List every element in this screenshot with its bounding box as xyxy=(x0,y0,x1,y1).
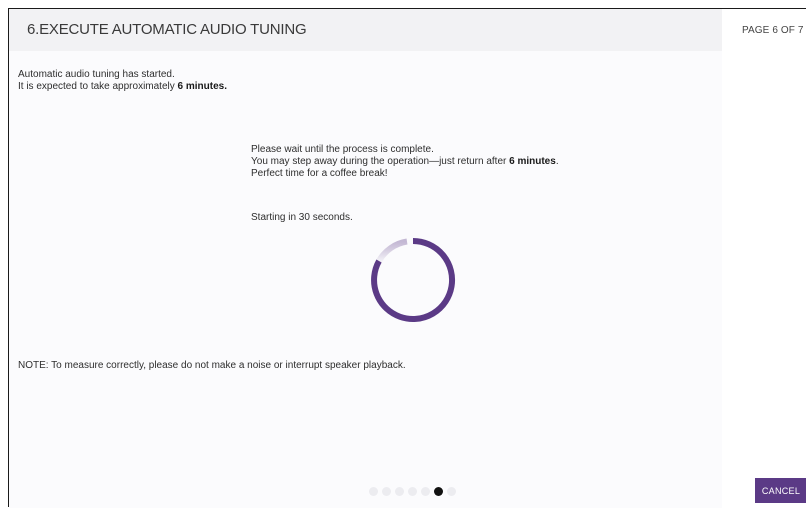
wizard-window: 6.EXECUTE AUTOMATIC AUDIO TUNING PAGE 6 … xyxy=(8,8,806,508)
intro-line-2-text: It is expected to take approximately xyxy=(18,81,178,92)
countdown-text: Starting in 30 seconds. xyxy=(251,212,353,223)
wait-message: Please wait until the process is complet… xyxy=(251,144,559,180)
pagination-dot xyxy=(421,487,430,496)
wait-duration: 6 minutes xyxy=(509,156,556,167)
cancel-button[interactable]: CANCEL xyxy=(755,478,806,503)
intro-text: Automatic audio tuning has started. It i… xyxy=(18,69,227,93)
pagination-dot xyxy=(382,487,391,496)
page-indicator: PAGE 6 OF 7 xyxy=(742,25,804,36)
progress-spinner-icon xyxy=(371,238,456,322)
wait-line-3: Perfect time for a coffee break! xyxy=(251,168,388,179)
pagination-dot xyxy=(369,487,378,496)
pagination-dot xyxy=(447,487,456,496)
pagination-dots xyxy=(369,487,456,496)
wait-line-2-suffix: . xyxy=(555,156,559,167)
content-panel: Automatic audio tuning has started. It i… xyxy=(9,51,722,508)
page-title: 6.EXECUTE AUTOMATIC AUDIO TUNING xyxy=(27,21,307,38)
pagination-dot xyxy=(408,487,417,496)
intro-line-2: It is expected to take approximately 6 m… xyxy=(18,81,227,93)
intro-duration: 6 minutes. xyxy=(177,81,227,92)
pagination-dot xyxy=(395,487,404,496)
pagination-dot xyxy=(434,487,443,496)
intro-line-1: Automatic audio tuning has started. xyxy=(18,69,175,80)
wait-line-2-text: You may step away during the operation—j… xyxy=(251,156,510,167)
header-bar: 6.EXECUTE AUTOMATIC AUDIO TUNING xyxy=(9,9,722,51)
note-text: NOTE: To measure correctly, please do no… xyxy=(18,360,406,371)
wait-line-2: You may step away during the operation—j… xyxy=(251,156,559,168)
wait-line-1: Please wait until the process is complet… xyxy=(251,144,434,155)
